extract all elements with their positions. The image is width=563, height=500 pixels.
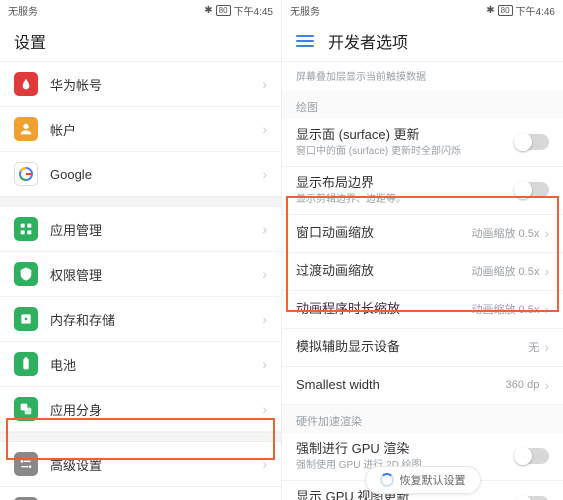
option-sub: 显示剪辑边界、边距等。 xyxy=(296,194,515,206)
option-value: 360 dp xyxy=(506,379,540,391)
chevron-right-icon: › xyxy=(262,221,267,237)
option-sub: 窗口中的面 (surface) 更新时全部闪烁 xyxy=(296,146,515,158)
row-label: 电池 xyxy=(50,355,262,374)
toggle-switch[interactable] xyxy=(515,448,549,464)
chevron-right-icon: › xyxy=(544,263,549,279)
row-label: 内存和存储 xyxy=(50,310,262,329)
huawei-icon xyxy=(14,72,38,96)
option-value: 无 xyxy=(528,339,539,355)
toggle-switch[interactable] xyxy=(515,134,549,150)
battery-icon xyxy=(14,352,38,376)
perm-icon xyxy=(14,262,38,286)
row-label: 高级设置 xyxy=(50,455,262,474)
option-title: 模拟辅助显示设备 xyxy=(296,339,528,356)
chevron-right-icon: › xyxy=(262,166,267,182)
chevron-right-icon: › xyxy=(262,356,267,372)
apps-icon xyxy=(14,217,38,241)
battery-icon: 80 xyxy=(498,5,513,16)
time-text: 下午4:46 xyxy=(516,3,555,18)
option-value: 动画缩放 0.5x xyxy=(471,301,539,317)
chevron-right-icon: › xyxy=(544,377,549,393)
header: 开发者选项 xyxy=(282,20,563,62)
separator xyxy=(0,197,281,207)
settings-row-google[interactable]: Google› xyxy=(0,152,281,197)
developer-options-pane: 无服务 ✱ 80 下午4:46 开发者选项 屏幕叠加层显示当前触摸数据 绘图 显… xyxy=(281,0,563,500)
option-title: 强制进行 GPU 渲染 xyxy=(296,441,515,458)
storage-icon xyxy=(14,307,38,331)
settings-pane: 无服务 ✱ 80 下午4:45 设置 华为帐号›帐户›Google›应用管理›权… xyxy=(0,0,281,500)
header: 设置 xyxy=(0,20,281,62)
row-label: 帐户 xyxy=(50,120,262,139)
option-title: Smallest width xyxy=(296,377,506,394)
carrier-text: 无服务 xyxy=(8,3,38,18)
anim-scale-row[interactable]: 动画程序时长缩放动画缩放 0.5x › xyxy=(282,291,563,329)
row-label: Google xyxy=(50,167,262,182)
anim-scale-row[interactable]: 窗口动画缩放动画缩放 0.5x › xyxy=(282,215,563,253)
settings-row-adv[interactable]: 高级设置› xyxy=(0,442,281,487)
chevron-right-icon: › xyxy=(544,225,549,241)
battery-icon: 80 xyxy=(216,5,231,16)
chevron-right-icon: › xyxy=(544,339,549,355)
page-title: 设置 xyxy=(14,29,46,53)
adv-icon xyxy=(14,452,38,476)
spinner-icon xyxy=(380,473,394,487)
settings-row-apps[interactable]: 应用管理› xyxy=(0,207,281,252)
chevron-right-icon: › xyxy=(262,456,267,472)
carrier-text: 无服务 xyxy=(290,3,320,18)
section-hw: 硬件加速渲染 xyxy=(282,405,563,433)
section-drawing: 绘图 xyxy=(282,91,563,119)
settings-row-storage[interactable]: 内存和存储› xyxy=(0,297,281,342)
settings-row-clone[interactable]: 应用分身› xyxy=(0,387,281,432)
clone-icon xyxy=(14,397,38,421)
separator xyxy=(0,432,281,442)
status-bar: 无服务 ✱ 80 下午4:46 xyxy=(282,0,563,20)
bluetooth-icon: ✱ xyxy=(204,5,212,16)
option-row[interactable]: 模拟辅助显示设备无 › xyxy=(282,329,563,367)
option-value: 动画缩放 0.5x xyxy=(471,263,539,279)
settings-row-huawei[interactable]: 华为帐号› xyxy=(0,62,281,107)
chevron-right-icon: › xyxy=(262,121,267,137)
option-title: 窗口动画缩放 xyxy=(296,225,471,242)
menu-icon[interactable] xyxy=(296,35,314,47)
row-label: 应用管理 xyxy=(50,220,262,239)
time-text: 下午4:45 xyxy=(234,3,273,18)
settings-row-battery[interactable]: 电池› xyxy=(0,342,281,387)
option-title: 显示面 (surface) 更新 xyxy=(296,127,515,144)
partial-row: 屏幕叠加层显示当前触摸数据 xyxy=(282,62,563,91)
option-row[interactable]: Smallest width360 dp › xyxy=(282,367,563,405)
settings-list[interactable]: 华为帐号›帐户›Google›应用管理›权限管理›内存和存储›电池›应用分身›高… xyxy=(0,62,281,500)
chevron-right-icon: › xyxy=(262,311,267,327)
chevron-right-icon: › xyxy=(262,401,267,417)
toggle-switch[interactable] xyxy=(515,182,549,198)
chevron-right-icon: › xyxy=(262,76,267,92)
restore-defaults-button[interactable]: 恢复默认设置 xyxy=(365,466,481,494)
chevron-right-icon: › xyxy=(544,301,549,317)
option-row[interactable]: 显示面 (surface) 更新窗口中的面 (surface) 更新时全部闪烁 xyxy=(282,119,563,167)
user-icon xyxy=(14,117,38,141)
settings-row-user[interactable]: 帐户› xyxy=(0,107,281,152)
sub-text: 屏幕叠加层显示当前触摸数据 xyxy=(296,68,549,83)
settings-row-perm[interactable]: 权限管理› xyxy=(0,252,281,297)
settings-row-dev[interactable]: {}开发者选项› xyxy=(0,487,281,500)
page-title: 开发者选项 xyxy=(328,29,408,53)
dev-options-list[interactable]: 屏幕叠加层显示当前触摸数据 绘图 显示面 (surface) 更新窗口中的面 (… xyxy=(282,62,563,500)
bluetooth-icon: ✱ xyxy=(486,5,494,16)
option-value: 动画缩放 0.5x xyxy=(471,225,539,241)
chevron-right-icon: › xyxy=(262,266,267,282)
option-row[interactable]: 显示布局边界显示剪辑边界、边距等。 xyxy=(282,167,563,215)
restore-label: 恢复默认设置 xyxy=(400,472,466,488)
option-title: 过渡动画缩放 xyxy=(296,263,471,280)
option-title: 动画程序时长缩放 xyxy=(296,301,471,318)
status-bar: 无服务 ✱ 80 下午4:45 xyxy=(0,0,281,20)
toggle-switch[interactable] xyxy=(515,496,549,500)
row-label: 权限管理 xyxy=(50,265,262,284)
google-icon xyxy=(14,162,38,186)
option-title: 显示布局边界 xyxy=(296,175,515,192)
anim-scale-row[interactable]: 过渡动画缩放动画缩放 0.5x › xyxy=(282,253,563,291)
row-label: 华为帐号 xyxy=(50,75,262,94)
row-label: 应用分身 xyxy=(50,400,262,419)
